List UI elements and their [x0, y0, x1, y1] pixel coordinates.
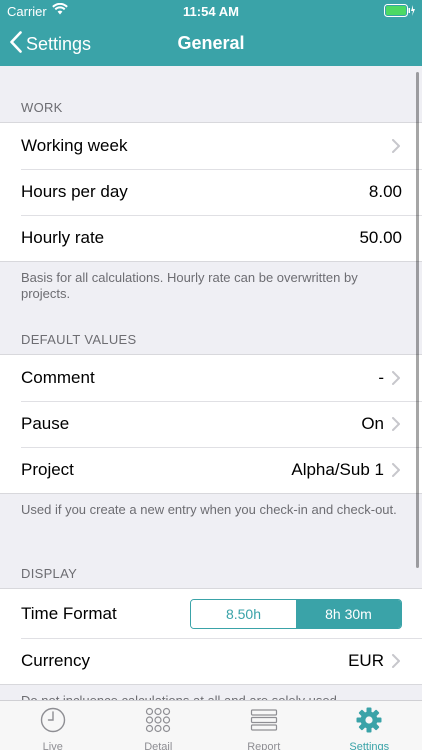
tab-live[interactable]: Live — [0, 701, 106, 750]
chevron-right-icon — [392, 463, 402, 477]
row-value: - — [378, 368, 384, 387]
chevron-right-icon — [392, 139, 402, 153]
tab-detail[interactable]: Detail — [106, 701, 212, 750]
row-value: EUR — [348, 651, 384, 670]
row-label: Hours per day — [21, 182, 128, 201]
row-value: Alpha/Sub 1 — [291, 460, 384, 479]
grid-icon — [145, 707, 171, 738]
tab-bar: Live Detail Report Settings — [0, 700, 422, 750]
defaults-group: Comment - Pause On Project Alpha/Sub 1 — [0, 354, 422, 494]
list-icon — [250, 707, 278, 738]
settings-list[interactable]: WORK Working week Hours per day 8.00 Hou… — [0, 66, 422, 700]
tab-report[interactable]: Report — [211, 701, 317, 750]
chevron-right-icon — [392, 417, 402, 431]
hourly-rate-value[interactable]: 50.00 — [359, 228, 402, 248]
tab-label: Report — [247, 741, 281, 750]
row-label: Time Format — [21, 603, 117, 623]
row-label: Pause — [21, 414, 70, 433]
work-footer: Basis for all calculations. Hourly rate … — [21, 270, 358, 301]
section-header-work: WORK — [21, 100, 63, 115]
row-label: Hourly rate — [21, 228, 105, 247]
pause-row[interactable]: Pause On — [0, 401, 422, 447]
clock-icon — [40, 707, 66, 738]
hours-per-day-row[interactable]: Hours per day 8.00 — [0, 169, 422, 215]
tab-settings[interactable]: Settings — [317, 701, 422, 750]
row-label: Working week — [21, 136, 128, 155]
row-label: Comment — [21, 368, 95, 387]
nav-bar: Settings General — [0, 22, 422, 66]
battery-icon — [384, 4, 416, 20]
scrollbar[interactable] — [416, 72, 419, 568]
time-format-decimal-option[interactable]: 8.50h — [191, 599, 296, 628]
defaults-footer: Used if you create a new entry when you … — [21, 502, 397, 517]
row-label: Project — [21, 460, 74, 479]
time-format-hm-option[interactable]: 8h 30m — [296, 599, 401, 628]
section-header-defaults: DEFAULT VALUES — [21, 332, 137, 347]
hours-per-day-value[interactable]: 8.00 — [369, 182, 402, 202]
display-group: Time Format 8.50h 8h 30m Currency EUR — [0, 588, 422, 685]
time-format-row: Time Format 8.50h 8h 30m — [0, 589, 422, 638]
project-row[interactable]: Project Alpha/Sub 1 — [0, 447, 422, 493]
currency-row[interactable]: Currency EUR — [0, 638, 422, 684]
work-group: Working week Hours per day 8.00 Hourly r… — [0, 122, 422, 262]
comment-row[interactable]: Comment - — [0, 355, 422, 401]
section-header-display: DISPLAY — [21, 566, 78, 581]
tab-label: Settings — [349, 741, 390, 750]
page-title: General — [177, 33, 245, 53]
status-bar: Carrier 11:54 AM — [0, 0, 422, 22]
row-label: Currency — [21, 651, 90, 670]
working-week-row[interactable]: Working week — [0, 123, 422, 169]
time-format-segmented-control[interactable]: 8.50h 8h 30m — [190, 598, 402, 629]
tab-label: Detail — [144, 741, 173, 750]
tab-label: Live — [42, 741, 63, 750]
hourly-rate-row[interactable]: Hourly rate 50.00 — [0, 215, 422, 261]
chevron-right-icon — [392, 371, 402, 385]
row-value: On — [361, 414, 384, 433]
status-time: 11:54 AM — [183, 4, 239, 19]
chevron-right-icon — [392, 654, 402, 668]
display-footer: Do not incluence calculations at all and… — [0, 685, 422, 700]
gear-icon — [356, 707, 382, 738]
